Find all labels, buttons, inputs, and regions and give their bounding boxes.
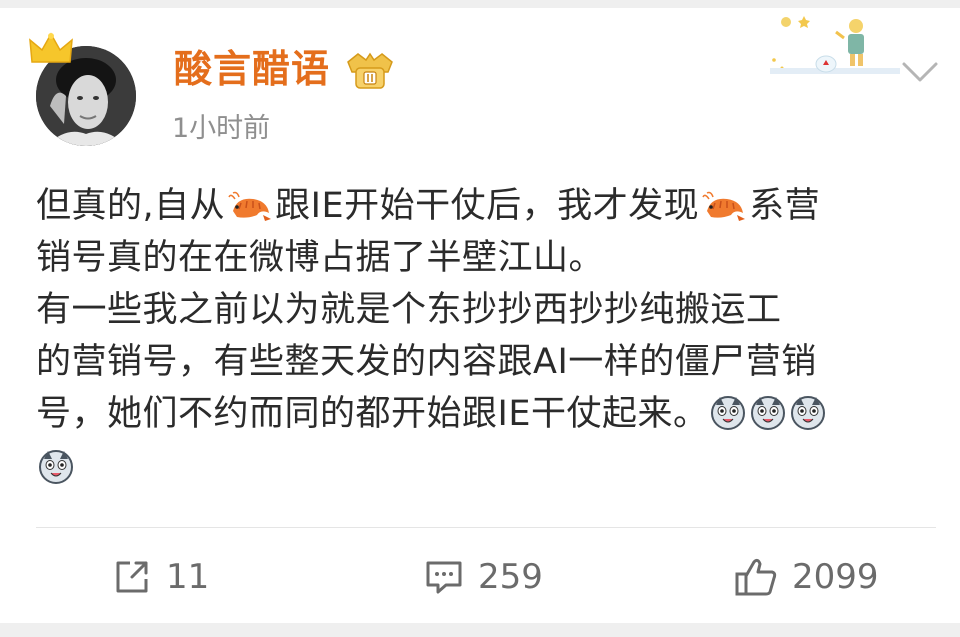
content-line-1: 但真的,自从 跟IE开始干仗后，我才发现 系营 (36, 180, 916, 232)
husky-emoji-icon (711, 396, 746, 430)
like-button[interactable]: 2099 (734, 552, 879, 602)
chevron-down-icon[interactable] (900, 60, 940, 84)
avatar-group[interactable] (28, 32, 140, 148)
content-text: 系营 (749, 186, 821, 226)
post-content: 但真的,自从 跟IE开始干仗后，我才发现 系营 销号真的在在微博占据了半壁江山。… (36, 180, 916, 494)
share-icon (116, 561, 148, 593)
shrimp-emoji-icon (702, 191, 746, 221)
post-time: 1小时前 (172, 113, 271, 144)
husky-emoji-icon (791, 396, 826, 430)
comment-count: 259 (478, 557, 543, 597)
shrimp-emoji-icon (228, 191, 272, 221)
comment-button[interactable]: 259 (424, 552, 543, 602)
thumbs-up-icon (735, 558, 777, 596)
husky-emoji-icon (39, 450, 73, 484)
comment-icon (426, 561, 462, 594)
top-separator (0, 0, 960, 8)
little-prince-decoration-icon (770, 16, 900, 74)
content-text: 但真的,自从 (36, 186, 226, 226)
content-line-6 (36, 442, 916, 494)
like-count: 2099 (792, 557, 879, 597)
content-line-2: 销号真的在在微博占据了半壁江山。 (36, 238, 605, 278)
husky-emoji-icon (751, 396, 786, 430)
content-line-5: 号，她们不约而同的都开始跟IE干仗起来。 (36, 388, 916, 440)
content-text: 跟IE开始干仗后，我才发现 (275, 186, 700, 226)
share-count: 11 (166, 557, 210, 597)
bottom-separator (0, 623, 960, 637)
author-name[interactable]: 酸言醋语 (174, 50, 330, 88)
content-line-3: 有一些我之前以为就是个东抄抄西抄抄纯搬运工 (36, 290, 782, 330)
divider (36, 527, 936, 528)
share-button[interactable]: 11 (112, 552, 209, 602)
content-text: 号，她们不约而同的都开始跟IE干仗起来。 (36, 394, 709, 434)
vip-badge-icon[interactable] (344, 52, 396, 92)
content-line-4: 的营销号，有些整天发的内容跟AI一样的僵尸营销 (36, 342, 817, 382)
crown-icon (29, 32, 73, 63)
